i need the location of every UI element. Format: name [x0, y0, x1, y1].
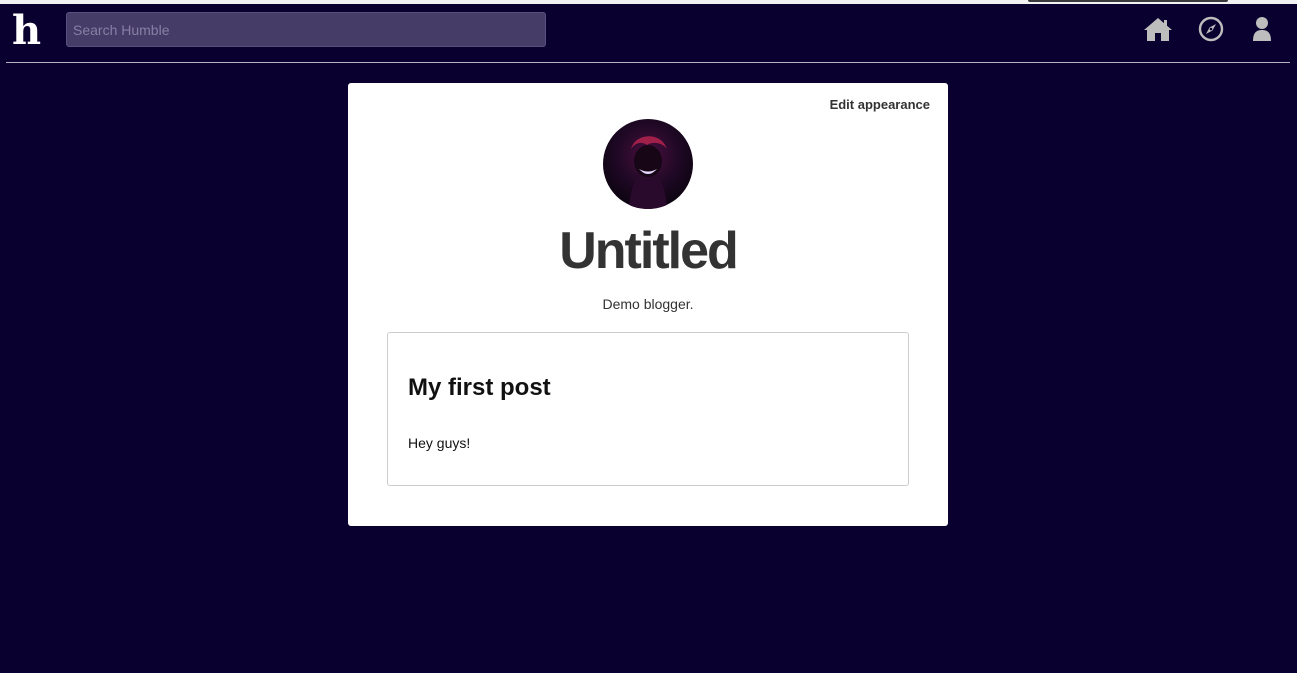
- post-card[interactable]: My first post Hey guys!: [387, 332, 909, 486]
- post-title[interactable]: My first post: [408, 374, 551, 402]
- top-navbar: h: [0, 4, 1297, 60]
- header-divider: [6, 62, 1290, 63]
- browser-tab-edge: [1028, 0, 1228, 2]
- search-input[interactable]: [66, 12, 546, 47]
- edit-appearance-link[interactable]: Edit appearance: [830, 97, 930, 112]
- avatar: [603, 119, 693, 209]
- compass-icon[interactable]: [1196, 14, 1226, 44]
- blog-card: Edit appearance Untitled Demo blogger. M…: [348, 83, 948, 526]
- post-body: Hey guys!: [408, 435, 471, 451]
- blog-title: Untitled: [559, 222, 739, 280]
- blog-description: Demo blogger.: [602, 296, 694, 312]
- humble-logo[interactable]: h: [12, 8, 41, 54]
- home-icon[interactable]: [1143, 14, 1173, 44]
- user-icon[interactable]: [1247, 14, 1277, 44]
